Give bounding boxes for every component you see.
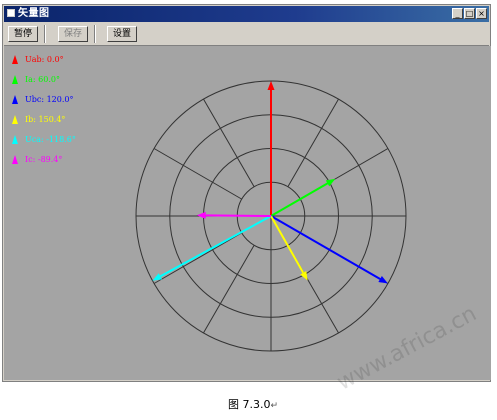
caption-text: 图 7.3.0 <box>228 398 271 411</box>
grid-spoke <box>153 148 243 200</box>
vector-ia-arrowhead <box>325 178 336 187</box>
vector-uca-arrowhead <box>152 273 163 281</box>
toolbar: 暂停 保存 设置 <box>4 23 489 46</box>
legend-marker-icon <box>12 75 18 84</box>
legend-marker-icon <box>12 155 18 164</box>
vector-diagram-window: 矢量图 _ □ × 暂停 保存 设置 Uab: 0.0° Ia: 60.0° U <box>2 4 491 382</box>
legend-label: Uab: 0.0° <box>25 55 64 64</box>
vector-uca <box>159 215 272 278</box>
toolbar-separator <box>94 25 96 43</box>
grid-spoke <box>203 98 255 188</box>
close-button[interactable]: × <box>476 8 487 19</box>
title-bar[interactable]: 矢量图 _ □ × <box>4 6 489 22</box>
settings-button[interactable]: 设置 <box>107 26 138 42</box>
legend-label: Uca: -118.6° <box>25 135 76 144</box>
vector-ic <box>205 214 272 217</box>
vector-ia <box>270 182 329 217</box>
legend-marker-icon <box>12 135 18 144</box>
legend-marker-icon <box>12 95 18 104</box>
toolbar-separator <box>44 25 46 43</box>
legend-marker-icon <box>12 55 18 64</box>
app-icon <box>7 9 15 17</box>
grid-spoke <box>153 232 243 284</box>
grid-spoke <box>203 244 255 334</box>
legend-label: Ic: -89.4° <box>25 155 63 164</box>
figure-caption: 图 7.3.0↵ <box>228 396 278 412</box>
vector-uab-arrowhead <box>267 81 275 90</box>
vector-ubc-arrowhead <box>378 275 388 284</box>
window-title: 矢量图 <box>18 8 50 19</box>
pause-button[interactable]: 暂停 <box>8 26 39 42</box>
minimize-button[interactable]: _ <box>452 8 463 19</box>
legend-label: Ib: 150.4° <box>25 115 66 124</box>
vector-ubc <box>270 215 381 280</box>
vector-ic-arrowhead <box>196 211 206 219</box>
legend-label: Ubc: 120.0° <box>25 95 74 104</box>
save-button[interactable]: 保存 <box>58 26 89 42</box>
maximize-button[interactable]: □ <box>464 8 475 19</box>
legend-label: Ia: 60.0° <box>25 75 60 84</box>
return-mark-icon: ↵ <box>270 401 279 411</box>
legend-marker-icon <box>12 115 18 124</box>
grid-spoke <box>287 98 339 188</box>
